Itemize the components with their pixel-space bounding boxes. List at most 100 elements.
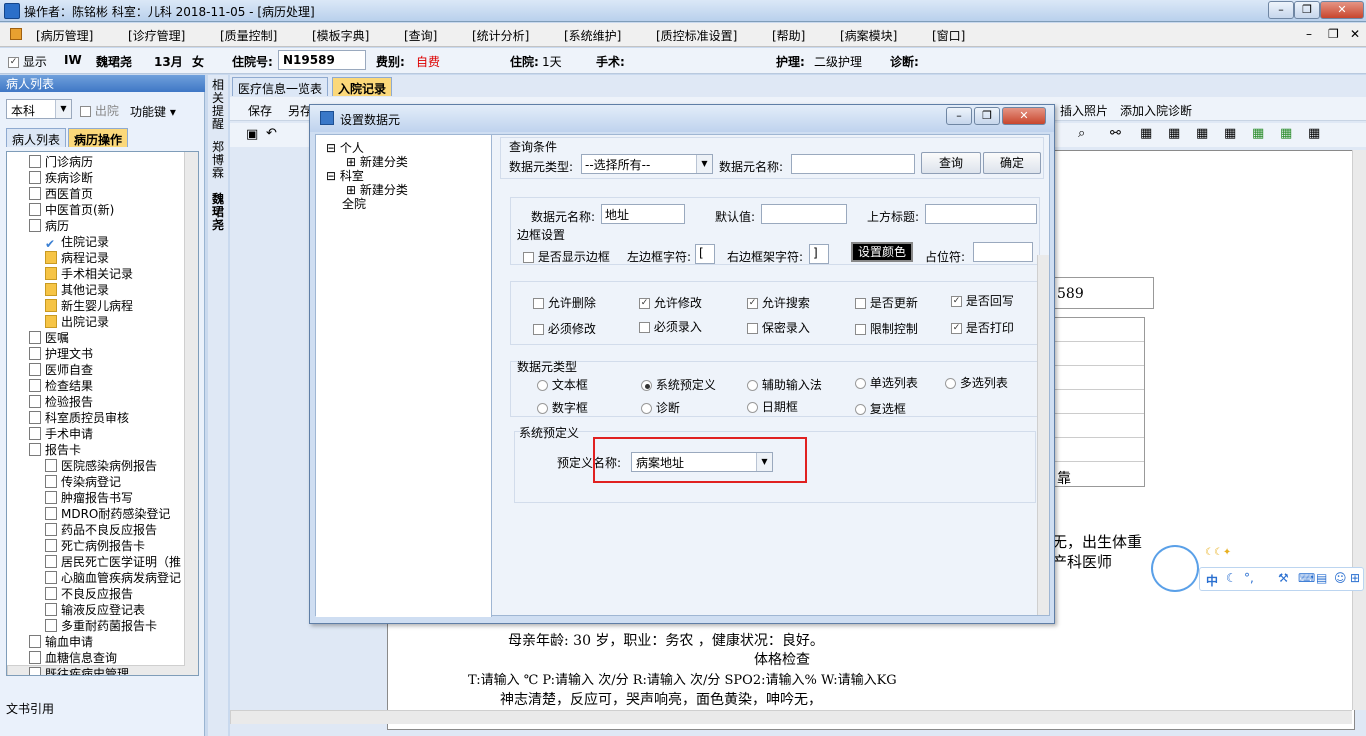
tree-item[interactable]: 输血申请 [29, 634, 93, 650]
close-button[interactable]: ✕ [1320, 1, 1364, 19]
discharged-checkbox[interactable]: 出院 [80, 102, 119, 119]
query-button[interactable]: 查询 [921, 152, 981, 174]
menu-statistics[interactable]: [统计分析] [472, 27, 529, 44]
punct-icon[interactable]: °, [1244, 571, 1254, 585]
placeholder-input[interactable] [973, 242, 1033, 262]
moon-icon[interactable]: ☾ [1226, 571, 1237, 585]
right-border-input[interactable]: ] [809, 244, 829, 264]
tree-item[interactable]: 医师自查 [29, 362, 93, 378]
type-assist-radio[interactable]: 辅助输入法 [747, 376, 822, 393]
menu-templates[interactable]: [模板字典] [312, 27, 369, 44]
tree-item[interactable]: 检验报告 [29, 394, 93, 410]
undo-icon[interactable]: ↶ [266, 126, 277, 141]
menu-case-module[interactable]: [病案模块] [840, 27, 897, 44]
save-button[interactable]: 保存 [248, 102, 272, 119]
tree-item[interactable]: 科室质控员审核 [29, 410, 129, 426]
tree-item[interactable]: MDRO耐药感染登记 [45, 506, 170, 522]
type-number-radio[interactable]: 数字框 [537, 399, 588, 416]
is-update-checkbox[interactable]: 是否更新 [855, 294, 918, 311]
left-border-input[interactable]: [ [695, 244, 715, 264]
dept-select[interactable]: 本科 ▼ [6, 99, 72, 119]
doc-scrollbar[interactable] [1352, 150, 1366, 710]
keyboard-icon[interactable]: ⌨ [1298, 571, 1315, 585]
tree-item[interactable]: 传染病登记 [45, 474, 121, 490]
dialog-close[interactable]: ✕ [1002, 107, 1046, 125]
ime-lang-toggle[interactable]: 中 [1206, 572, 1218, 589]
confirm-button[interactable]: 确定 [983, 152, 1041, 174]
table-col-icon[interactable]: ▦ [1224, 126, 1236, 141]
maximize-button[interactable]: ❐ [1294, 1, 1320, 19]
tree-item[interactable]: 其他记录 [45, 282, 109, 298]
table-icon[interactable]: ▦ [1140, 126, 1152, 141]
tree-item[interactable]: 医嘱 [29, 330, 69, 346]
wrench-icon[interactable]: ⚒ [1278, 571, 1289, 585]
vtab-patient-b[interactable]: 魏珺尧 [212, 193, 224, 232]
tree-item[interactable]: ✔ 住院记录 [45, 234, 109, 251]
tree-item[interactable]: 中医首页(新) [29, 202, 114, 218]
emoji-icon[interactable]: ☺ [1334, 571, 1347, 585]
tree-item[interactable]: 医院感染病例报告 [45, 458, 157, 474]
tree-item[interactable]: 多重耐药菌报告卡 [45, 618, 157, 634]
tree-item[interactable]: 肿瘤报告书写 [45, 490, 133, 506]
tab-record-operation[interactable]: 病历操作 [68, 128, 129, 147]
vtab-reminders[interactable]: 相关提醒 [212, 79, 224, 131]
tree-item[interactable]: 检查结果 [29, 378, 93, 394]
tree-item[interactable]: 输液反应登记表 [45, 602, 145, 618]
tree-item[interactable]: 出院记录 [45, 314, 109, 330]
default-value-input[interactable] [761, 204, 847, 224]
tree-item[interactable]: 门诊病历 [29, 154, 93, 170]
table-insert-icon[interactable]: ▦ [1168, 126, 1180, 141]
allow-search-checkbox[interactable]: 允许搜索 [747, 294, 810, 311]
tree-item[interactable]: 居民死亡医学证明（推 [45, 554, 181, 570]
tree-item[interactable]: 死亡病例报告卡 [45, 538, 145, 554]
tree-item[interactable]: 不良反应报告 [45, 586, 133, 602]
menu-medical-records[interactable]: [病历管理] [36, 27, 93, 44]
tree-item[interactable]: 心脑血管疾病发病登记 [45, 570, 181, 586]
mdi-restore[interactable]: ❐ [1328, 27, 1339, 41]
skin-icon[interactable]: ▤ [1316, 571, 1327, 585]
tree-item[interactable]: 血糖信息查询 [29, 650, 117, 666]
tree-item[interactable]: 药品不良反应报告 [45, 522, 157, 538]
tree-item[interactable]: 手术申请 [29, 426, 93, 442]
type-predefined-radio[interactable]: 系统预定义 [641, 376, 716, 393]
menu-system[interactable]: [系统维护] [564, 27, 621, 44]
allow-edit-checkbox[interactable]: 允许修改 [639, 294, 702, 311]
type-diagnosis-radio[interactable]: 诊断 [641, 399, 680, 416]
secret-input-checkbox[interactable]: 保密录入 [747, 319, 810, 336]
vtab-patient-a[interactable]: 郑博霖 [212, 141, 224, 180]
tree-item[interactable]: 病历 [29, 218, 69, 234]
dialog-maximize[interactable]: ❐ [974, 107, 1000, 125]
is-print-checkbox[interactable]: 是否打印 [951, 319, 1014, 336]
grid-icon[interactable]: ▦ [1308, 126, 1320, 141]
limit-control-checkbox[interactable]: 限制控制 [855, 320, 918, 337]
disk-icon[interactable]: ▣ [246, 127, 258, 142]
menu-grid-icon[interactable]: ⊞ [1350, 571, 1360, 585]
vitals-line[interactable]: T:请输入 ℃ P:请输入 次/分 R:请输入 次/分 SPO2:请输入% W:… [468, 669, 897, 688]
show-border-checkbox[interactable]: 是否显示边框 [523, 248, 610, 265]
show-toggle[interactable]: 显示 [8, 53, 47, 70]
tab-admission-record[interactable]: 入院记录 [332, 77, 393, 96]
tree-scrollbar[interactable] [184, 152, 198, 675]
tree-item[interactable]: 手术相关记录 [45, 266, 133, 282]
grid-green-icon-2[interactable]: ▦ [1280, 126, 1292, 141]
ime-avatar[interactable] [1151, 545, 1199, 592]
menu-quality[interactable]: [质量控制] [220, 27, 277, 44]
function-key-button[interactable]: 功能键 ▾ [130, 103, 176, 120]
tree-item[interactable]: 既往疾病史管理 [29, 666, 129, 675]
type-multi-list-radio[interactable]: 多选列表 [945, 374, 1008, 391]
tree-item[interactable]: 报告卡 [29, 442, 81, 458]
add-diagnosis-button[interactable]: 添加入院诊断 [1120, 102, 1192, 119]
tree-item[interactable]: 新生婴儿病程 [45, 298, 133, 314]
binoculars-icon[interactable]: ⚯ [1110, 126, 1121, 141]
allow-delete-checkbox[interactable]: 允许删除 [533, 294, 596, 311]
mdi-minimize[interactable]: – [1306, 27, 1312, 41]
menu-query[interactable]: [查询] [404, 27, 437, 44]
tree-hospital[interactable]: 全院 [342, 195, 366, 212]
set-color-button[interactable]: 设置颜色 [851, 242, 913, 262]
tab-patient-list[interactable]: 病人列表 [6, 128, 67, 147]
mdi-close[interactable]: ✕ [1350, 27, 1360, 41]
type-date-radio[interactable]: 日期框 [747, 398, 798, 415]
menu-help[interactable]: [帮助] [772, 27, 805, 44]
minimize-button[interactable]: – [1268, 1, 1294, 19]
table-row-icon[interactable]: ▦ [1196, 126, 1208, 141]
